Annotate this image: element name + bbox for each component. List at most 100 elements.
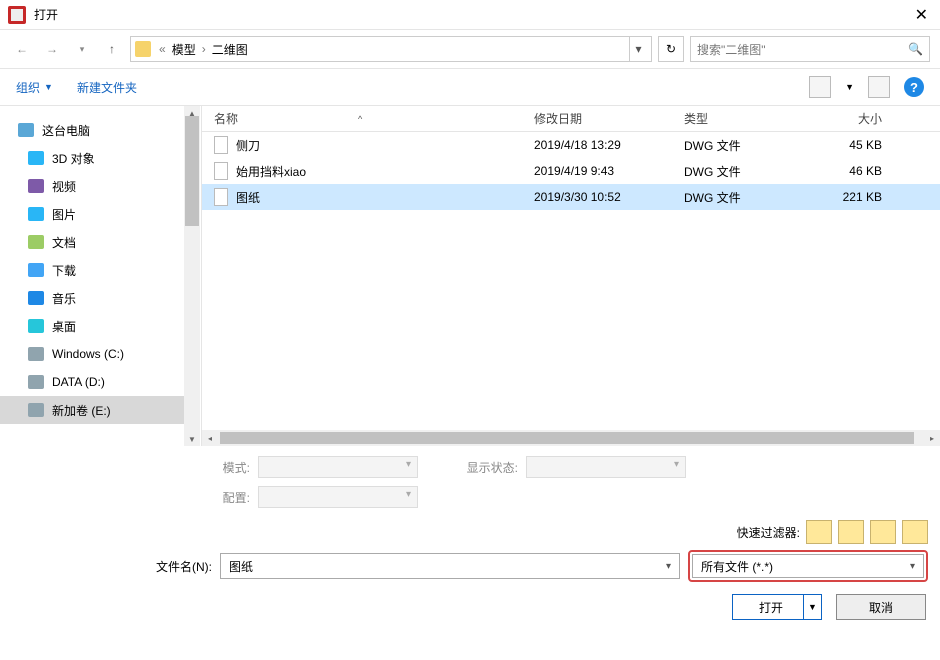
action-row: 打开 ▼ 取消: [12, 594, 928, 620]
tree-item-icon: [28, 375, 44, 389]
sidebar-item-label: Windows (C:): [52, 347, 124, 361]
sidebar-item-label: 新加卷 (E:): [52, 402, 111, 419]
sidebar: 这台电脑 3D 对象视频图片文档下载音乐桌面 Windows (C:) DATA (…: [0, 106, 184, 446]
open-split-dropdown[interactable]: ▼: [803, 595, 821, 619]
quick-filter-button-1[interactable]: [806, 520, 832, 544]
breadcrumb-dropdown[interactable]: ▾: [629, 37, 647, 61]
sidebar-item-label: 视频: [52, 178, 76, 195]
sidebar-item-label: 图片: [52, 206, 76, 223]
quick-filter-label: 快速过滤器:: [737, 524, 800, 541]
split-pane: 这台电脑 3D 对象视频图片文档下载音乐桌面 Windows (C:) DATA (…: [0, 106, 940, 446]
refresh-button[interactable]: ↻: [658, 36, 684, 62]
config-label: 配置:: [204, 489, 250, 506]
column-type[interactable]: 类型: [672, 110, 812, 127]
file-type: DWG 文件: [672, 137, 812, 154]
tree-item-icon: [28, 291, 44, 305]
scroll-right-icon[interactable]: ▸: [924, 434, 940, 443]
sidebar-item-label: DATA (D:): [52, 375, 105, 389]
forward-button[interactable]: →: [40, 37, 64, 61]
sidebar-item-label: 音乐: [52, 290, 76, 307]
file-name-label: 文件名(N):: [12, 558, 212, 575]
file-list: 名称 ^ 修改日期 类型 大小 侧刀2019/4/18 13:29DWG 文件4…: [202, 106, 940, 446]
breadcrumb[interactable]: « 模型 › 二维图 ▾: [130, 36, 652, 62]
open-button[interactable]: 打开 ▼: [732, 594, 822, 620]
scroll-thumb[interactable]: [185, 116, 199, 226]
column-name[interactable]: 名称 ^: [202, 110, 522, 127]
quick-filter-button-2[interactable]: [838, 520, 864, 544]
breadcrumb-part[interactable]: 二维图: [210, 41, 250, 58]
file-list-hscrollbar[interactable]: ◂ ▸: [202, 430, 940, 446]
file-size: 45 KB: [812, 138, 902, 152]
sidebar-item-label: 桌面: [52, 318, 76, 335]
quick-filter-row: 快速过滤器:: [12, 520, 928, 544]
organize-button[interactable]: 组织 ▼: [16, 79, 53, 96]
quick-filter-button-4[interactable]: [902, 520, 928, 544]
file-date: 2019/3/30 10:52: [522, 190, 672, 204]
tree-item-icon: [28, 347, 44, 361]
file-type: DWG 文件: [672, 189, 812, 206]
sidebar-item[interactable]: 音乐: [0, 284, 184, 312]
breadcrumb-part[interactable]: 模型: [170, 41, 198, 58]
recent-dropdown[interactable]: ▾: [70, 37, 94, 61]
column-date[interactable]: 修改日期: [522, 110, 672, 127]
search-input[interactable]: 搜索"二维图" 🔍: [690, 36, 930, 62]
search-placeholder: 搜索"二维图": [697, 41, 766, 58]
preview-toggle-button[interactable]: [868, 76, 890, 98]
tree-item-icon: [28, 235, 44, 249]
sidebar-item[interactable]: 下载: [0, 256, 184, 284]
sidebar-item[interactable]: 图片: [0, 200, 184, 228]
config-combo: [258, 486, 418, 508]
chevron-down-icon[interactable]: ▼: [845, 82, 854, 92]
file-size: 221 KB: [812, 190, 902, 204]
new-folder-button[interactable]: 新建文件夹: [77, 79, 137, 96]
file-type-combo[interactable]: 所有文件 (*.*) ▾: [692, 554, 924, 578]
sidebar-root[interactable]: 这台电脑: [0, 116, 184, 144]
tree-item-icon: [28, 151, 44, 165]
scroll-thumb[interactable]: [220, 432, 914, 444]
mode-label: 模式:: [204, 459, 250, 476]
close-button[interactable]: ✕: [911, 5, 932, 25]
bottom-bar: 快速过滤器: 文件名(N): 图纸 ▾ 所有文件 (*.*) ▾ 打开 ▼ 取消: [0, 512, 940, 632]
sidebar-item[interactable]: 文档: [0, 228, 184, 256]
file-row[interactable]: 图纸2019/3/30 10:52DWG 文件221 KB: [202, 184, 940, 210]
mode-combo: [258, 456, 418, 478]
sidebar-item[interactable]: 视频: [0, 172, 184, 200]
search-icon: 🔍: [908, 42, 923, 56]
file-list-header: 名称 ^ 修改日期 类型 大小: [202, 106, 940, 132]
sidebar-item[interactable]: DATA (D:): [0, 368, 184, 396]
file-name: 侧刀: [236, 137, 260, 154]
sidebar-item[interactable]: Windows (C:): [0, 340, 184, 368]
file-name-value: 图纸: [229, 558, 253, 575]
pc-icon: [18, 123, 34, 137]
column-size[interactable]: 大小: [812, 110, 902, 127]
help-icon[interactable]: ?: [904, 77, 924, 97]
file-row[interactable]: 始用挡料xiao2019/4/19 9:43DWG 文件46 KB: [202, 158, 940, 184]
chevron-down-icon: ▾: [910, 561, 915, 572]
sort-indicator-icon: ^: [358, 114, 362, 124]
file-name-row: 文件名(N): 图纸 ▾ 所有文件 (*.*) ▾: [12, 550, 928, 582]
quick-filter-button-3[interactable]: [870, 520, 896, 544]
toolbar: 组织 ▼ 新建文件夹 ▼ ?: [0, 68, 940, 106]
up-button[interactable]: ↑: [100, 37, 124, 61]
sidebar-scrollbar[interactable]: ▲ ▼: [184, 106, 202, 446]
scroll-left-icon[interactable]: ◂: [202, 434, 218, 443]
file-row[interactable]: 侧刀2019/4/18 13:29DWG 文件45 KB: [202, 132, 940, 158]
back-button[interactable]: ←: [10, 37, 34, 61]
sidebar-item[interactable]: 桌面: [0, 312, 184, 340]
file-name-input[interactable]: 图纸 ▾: [220, 553, 680, 579]
scroll-down-icon[interactable]: ▼: [184, 432, 200, 446]
tree-item-icon: [28, 179, 44, 193]
file-date: 2019/4/19 9:43: [522, 164, 672, 178]
sidebar-item[interactable]: 3D 对象: [0, 144, 184, 172]
file-icon: [214, 162, 228, 180]
tree-item-icon: [28, 319, 44, 333]
file-name: 始用挡料xiao: [236, 163, 306, 180]
tree-item-icon: [28, 207, 44, 221]
sidebar-item-label: 文档: [52, 234, 76, 251]
view-options-button[interactable]: [809, 76, 831, 98]
display-label: 显示状态:: [458, 459, 518, 476]
config-row: 模式: 配置: 显示状态:: [0, 446, 940, 512]
cancel-button[interactable]: 取消: [836, 594, 926, 620]
sidebar-item[interactable]: 新加卷 (E:): [0, 396, 184, 424]
file-icon: [214, 136, 228, 154]
